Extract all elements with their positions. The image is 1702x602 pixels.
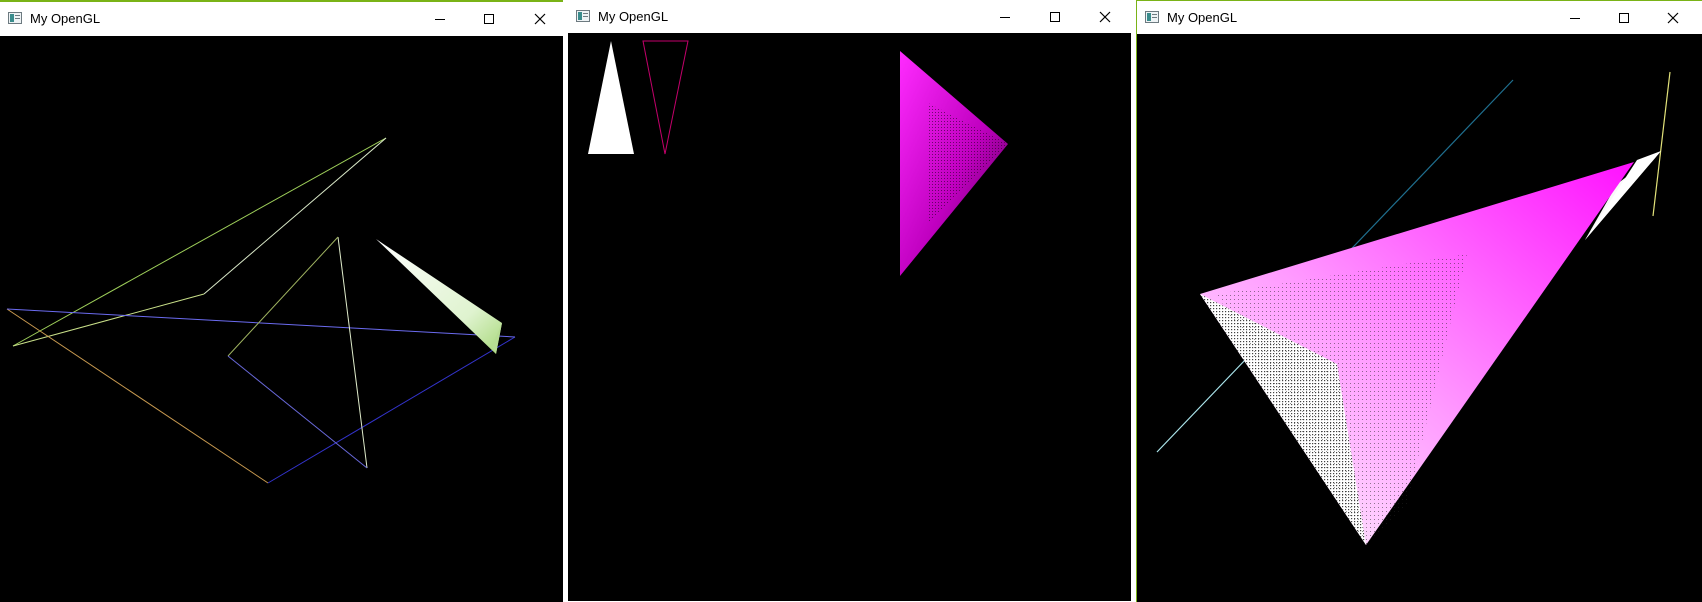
window-titlebar[interactable]: My OpenGL: [568, 0, 1131, 34]
close-icon: [534, 13, 546, 25]
close-button[interactable]: [1082, 0, 1128, 34]
close-icon: [1099, 11, 1111, 23]
minimize-button[interactable]: [1552, 1, 1598, 35]
window-titlebar[interactable]: My OpenGL: [0, 2, 563, 36]
maximize-button[interactable]: [466, 2, 512, 36]
maximize-icon: [484, 14, 494, 24]
shape-edge: [1652, 71, 1671, 217]
app-icon: [1145, 11, 1159, 23]
app-icon: [576, 10, 590, 22]
shape-edge: [12, 293, 205, 347]
render-scene: [588, 40, 1008, 276]
desktop: My OpenGL My OpenGL My OpenGL: [0, 0, 1702, 602]
white-triangle: [588, 41, 634, 154]
close-button[interactable]: [1650, 1, 1696, 35]
opengl-canvas[interactable]: [568, 33, 1131, 601]
maximize-icon: [1619, 13, 1629, 23]
shape-edge: [203, 137, 387, 295]
minimize-button[interactable]: [982, 0, 1028, 34]
window-title: My OpenGL: [30, 11, 101, 26]
minimize-icon: [1000, 17, 1010, 18]
render-scene: [6, 137, 516, 484]
shape-edge: [267, 336, 516, 484]
opengl-window-2[interactable]: My OpenGL: [568, 0, 1131, 601]
window-titlebar[interactable]: My OpenGL: [1137, 1, 1702, 35]
minimize-icon: [1570, 18, 1580, 19]
window-title: My OpenGL: [598, 9, 669, 24]
maximize-button[interactable]: [1601, 1, 1647, 35]
window-title: My OpenGL: [1167, 10, 1238, 25]
opengl-window-1[interactable]: My OpenGL: [0, 0, 563, 602]
shape-edge: [12, 137, 387, 347]
shape-edge: [227, 236, 339, 357]
filled-triangle: [376, 239, 502, 354]
close-button[interactable]: [517, 2, 563, 36]
opengl-window-3[interactable]: My OpenGL: [1136, 0, 1702, 602]
render-scene: [1156, 71, 1671, 545]
shape-edge: [6, 308, 269, 484]
minimize-button[interactable]: [417, 2, 463, 36]
maximize-button[interactable]: [1032, 0, 1078, 34]
opengl-canvas[interactable]: [0, 36, 563, 602]
outline-triangle: [642, 40, 689, 155]
shape-edge: [227, 355, 368, 469]
app-icon: [8, 12, 22, 24]
close-icon: [1667, 12, 1679, 24]
shape-edge: [6, 308, 516, 338]
maximize-icon: [1050, 12, 1060, 22]
minimize-icon: [435, 19, 445, 20]
dither-pattern: [1217, 254, 1467, 545]
opengl-canvas[interactable]: [1137, 34, 1702, 602]
